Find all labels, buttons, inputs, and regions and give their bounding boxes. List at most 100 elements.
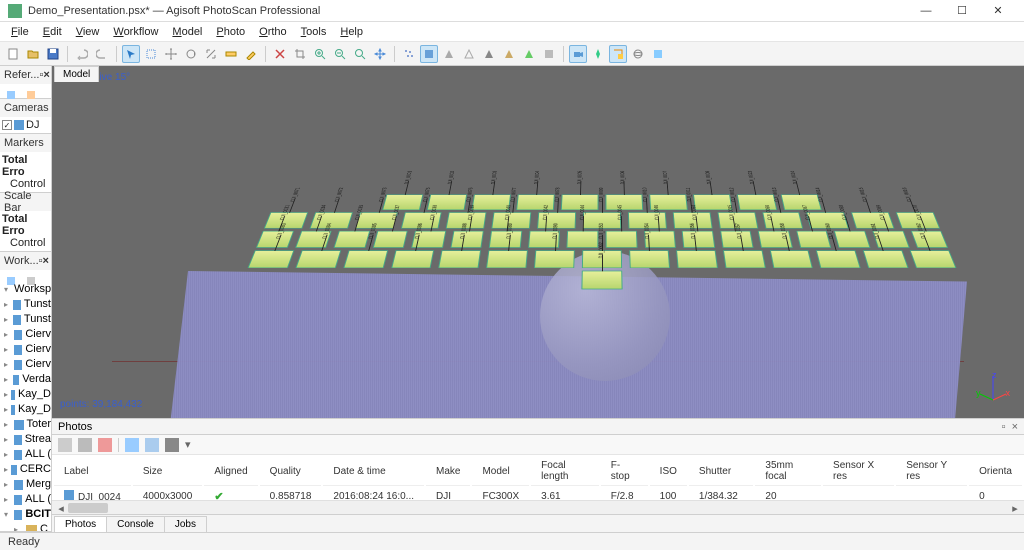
col-size[interactable]: Size — [133, 457, 203, 486]
col-sensor-y-res[interactable]: Sensor Y res — [896, 457, 967, 486]
camera-marker[interactable]: DJI_0085 — [343, 250, 388, 268]
show-cameras-icon[interactable] — [569, 45, 587, 63]
zoom-in-icon[interactable] — [311, 45, 329, 63]
col-quality[interactable]: Quality — [260, 457, 322, 486]
camera-marker[interactable]: DJI_0083 — [248, 250, 295, 268]
col-make[interactable]: Make — [426, 457, 470, 486]
photos-remove-icon[interactable] — [98, 438, 112, 452]
camera-marker[interactable]: DJI_0090 — [534, 250, 575, 268]
camera-checkbox[interactable]: ✓ — [2, 120, 12, 130]
mesh-confidence-icon[interactable] — [520, 45, 538, 63]
tiled-icon[interactable] — [540, 45, 558, 63]
open-icon[interactable] — [24, 45, 42, 63]
rect-select-icon[interactable] — [142, 45, 160, 63]
photos-enable-icon[interactable] — [58, 438, 72, 452]
camera-marker[interactable]: DJI_0039 — [450, 231, 484, 248]
save-icon[interactable] — [44, 45, 62, 63]
camera-marker[interactable]: DJI_0056 — [676, 250, 718, 268]
camera-marker[interactable]: DJI_0006 — [606, 194, 644, 209]
menu-ortho[interactable]: Ortho — [252, 24, 294, 40]
camera-marker[interactable]: DJI_0060 — [816, 250, 861, 268]
camera-item-label[interactable]: DJ — [26, 119, 39, 131]
tab-console[interactable]: Console — [106, 516, 165, 532]
camera-marker[interactable]: DJI_0057 — [723, 250, 766, 268]
photos-dropdown-icon[interactable]: ▾ — [185, 438, 191, 451]
scroll-thumb[interactable] — [68, 503, 108, 513]
photos-disable-icon[interactable] — [78, 438, 92, 452]
photos-details-icon[interactable] — [125, 438, 139, 452]
camera-marker[interactable]: DJI_0089 — [486, 250, 528, 268]
mesh-wire-icon[interactable] — [460, 45, 478, 63]
photos-close-icon[interactable]: × — [1012, 421, 1018, 433]
photos-list-icon[interactable] — [165, 438, 179, 452]
maximize-button[interactable]: ☐ — [944, 1, 980, 21]
camera-marker[interactable]: DJI_0058 — [769, 250, 813, 268]
show-markers-icon[interactable] — [589, 45, 607, 63]
tab-jobs[interactable]: Jobs — [164, 516, 207, 532]
camera-marker[interactable]: DJI_0024 — [781, 194, 822, 209]
camera-marker[interactable]: DJI_0037 — [372, 231, 407, 248]
col-iso[interactable]: ISO — [650, 457, 687, 486]
new-icon[interactable] — [4, 45, 22, 63]
camera-marker[interactable]: DJI_0067 — [796, 231, 831, 248]
menu-tools[interactable]: Tools — [294, 24, 334, 40]
reset-view-icon[interactable] — [371, 45, 389, 63]
mesh-shaded-icon[interactable] — [480, 45, 498, 63]
photos-hscrollbar[interactable]: ◂ ▸ — [52, 500, 1024, 514]
viewport-tab-model[interactable]: Model — [54, 66, 99, 82]
col-f-stop[interactable]: F-stop — [601, 457, 648, 486]
camera-marker[interactable]: DJI_0008 — [693, 194, 732, 209]
workspace-tree[interactable]: ▾Workspa ▸Tunst ▸Tunst ▸Cierv ▸Cierv ▸Ci… — [0, 282, 51, 532]
camera-marker[interactable]: DJI_0084 — [295, 250, 341, 268]
camera-marker[interactable]: DJI_0088 — [439, 250, 482, 268]
close-button[interactable]: ✕ — [980, 1, 1016, 21]
camera-marker[interactable]: DJI_0031 — [256, 231, 294, 248]
col-date-time[interactable]: Date & time — [323, 457, 424, 486]
mesh-textured-icon[interactable] — [500, 45, 518, 63]
minimize-button[interactable]: — — [908, 1, 944, 21]
dense-cloud-icon[interactable] — [420, 45, 438, 63]
zoom-out-icon[interactable] — [331, 45, 349, 63]
close-panel-icon[interactable]: × — [43, 69, 49, 81]
rotate-icon[interactable] — [182, 45, 200, 63]
camera-marker[interactable]: DJI_0070 — [910, 231, 948, 248]
photos-dock-icon[interactable]: ▫ — [1002, 421, 1006, 433]
menu-file[interactable]: File — [4, 24, 36, 40]
camera-marker[interactable]: DJI_0092 — [581, 271, 622, 290]
tab-photos[interactable]: Photos — [54, 516, 107, 532]
camera-marker[interactable]: DJI_0086 — [391, 250, 435, 268]
camera-marker[interactable]: DJI_0061 — [863, 250, 909, 268]
camera-marker[interactable]: DJI_0003 — [472, 194, 511, 209]
col-sensor-x-res[interactable]: Sensor X res — [823, 457, 894, 486]
camera-marker[interactable]: DJI_0040 — [489, 231, 522, 248]
camera-marker[interactable]: DJI_0035 — [334, 231, 370, 248]
camera-marker[interactable]: DJI_0045 — [606, 231, 637, 248]
col-shutter[interactable]: Shutter — [689, 457, 754, 486]
ruler-icon[interactable] — [222, 45, 240, 63]
zoom-fit-icon[interactable] — [351, 45, 369, 63]
undo-icon[interactable] — [73, 45, 91, 63]
menu-photo[interactable]: Photo — [209, 24, 252, 40]
scroll-left-icon[interactable]: ◂ — [54, 502, 68, 514]
menu-workflow[interactable]: Workflow — [106, 24, 165, 40]
camera-marker[interactable]: DJI_0044 — [567, 231, 598, 248]
draw-icon[interactable] — [242, 45, 260, 63]
redo-icon[interactable] — [93, 45, 111, 63]
scale-icon[interactable] — [202, 45, 220, 63]
photos-thumbs-icon[interactable] — [145, 438, 159, 452]
pointcloud-icon[interactable] — [400, 45, 418, 63]
col-model[interactable]: Model — [472, 457, 529, 486]
crop-icon[interactable] — [291, 45, 309, 63]
camera-marker[interactable]: DJI_0068 — [834, 231, 870, 248]
scroll-right-icon[interactable]: ▸ — [1008, 502, 1022, 514]
col-aligned[interactable]: Aligned — [204, 457, 257, 486]
table-row[interactable]: DJI_00244000x3000✔0.8587182016:08:24 16:… — [54, 488, 1022, 500]
navigate-icon[interactable] — [122, 45, 140, 63]
show-region-icon[interactable] — [609, 45, 627, 63]
col-35mm-focal[interactable]: 35mm focal — [755, 457, 821, 486]
camera-marker[interactable]: DJI_0062 — [910, 250, 957, 268]
menu-model[interactable]: Model — [165, 24, 209, 40]
show-trackball-icon[interactable] — [629, 45, 647, 63]
col-focal-length[interactable]: Focal length — [531, 457, 599, 486]
camera-marker[interactable]: DJI_0054 — [629, 250, 670, 268]
